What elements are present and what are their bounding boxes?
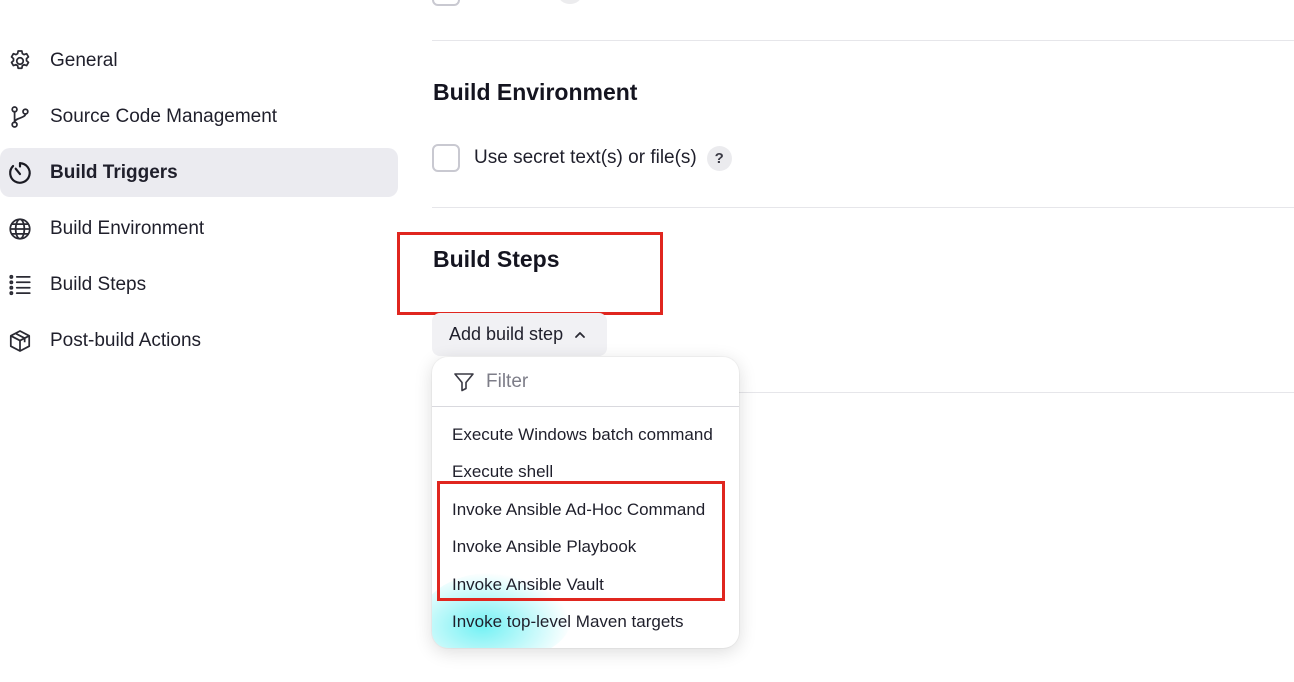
sidebar-item-post-build-actions[interactable]: Post-build Actions xyxy=(0,316,398,365)
sidebar-item-build-environment[interactable]: Build Environment xyxy=(0,204,398,253)
sidebar-item-label: Build Steps xyxy=(50,273,147,295)
add-build-step-button[interactable]: Add build step xyxy=(432,313,607,356)
sidebar-item-general[interactable]: General xyxy=(0,36,398,85)
help-button[interactable]: ? xyxy=(706,145,732,171)
sidebar-item-build-triggers[interactable]: Build Triggers xyxy=(0,148,398,197)
section-divider xyxy=(739,392,1294,393)
secret-text-option: Use secret text(s) or file(s) ? xyxy=(432,144,732,172)
filter-input[interactable] xyxy=(486,370,716,393)
sidebar-item-build-steps[interactable]: Build Steps xyxy=(0,260,398,309)
sidebar-item-label: General xyxy=(50,49,118,71)
filter-icon xyxy=(454,372,474,391)
add-build-step-label: Add build step xyxy=(449,324,564,344)
sidebar-item-label: Build Triggers xyxy=(50,161,178,183)
highlight-box-build-steps xyxy=(397,232,663,315)
sidebar-item-label: Post-build Actions xyxy=(50,329,202,351)
filter-row xyxy=(432,357,739,407)
previous-help-button[interactable] xyxy=(558,0,582,4)
list-icon xyxy=(7,272,33,298)
sidebar-item-label: Source Code Management xyxy=(50,105,278,127)
timer-icon xyxy=(7,160,33,186)
menu-item-execute-windows-batch[interactable]: Execute Windows batch command xyxy=(452,425,713,445)
build-environment-title: Build Environment xyxy=(433,79,638,105)
secret-text-label[interactable]: Use secret text(s) or file(s) xyxy=(474,147,697,169)
previous-checkbox[interactable] xyxy=(432,0,460,6)
menu-item-execute-shell[interactable]: Execute shell xyxy=(452,462,553,482)
secret-text-checkbox[interactable] xyxy=(432,144,460,172)
section-divider xyxy=(432,40,1294,41)
sidebar-item-label: Build Environment xyxy=(50,217,205,239)
page-heading-remnant xyxy=(48,0,108,2)
sidebar-item-source-code-management[interactable]: Source Code Management xyxy=(0,92,398,141)
globe-icon xyxy=(7,216,33,242)
git-branch-icon xyxy=(7,104,33,130)
jenkins-config-page: General Source Code Management Build Tri… xyxy=(0,0,1294,682)
gear-icon xyxy=(7,48,33,74)
config-sidebar: General Source Code Management Build Tri… xyxy=(0,36,398,372)
section-divider xyxy=(432,207,1294,208)
menu-item-maven-targets[interactable]: Invoke top-level Maven targets xyxy=(452,612,684,632)
chevron-up-icon xyxy=(575,331,585,338)
package-icon xyxy=(7,328,33,354)
highlight-box-ansible-items xyxy=(437,481,725,601)
